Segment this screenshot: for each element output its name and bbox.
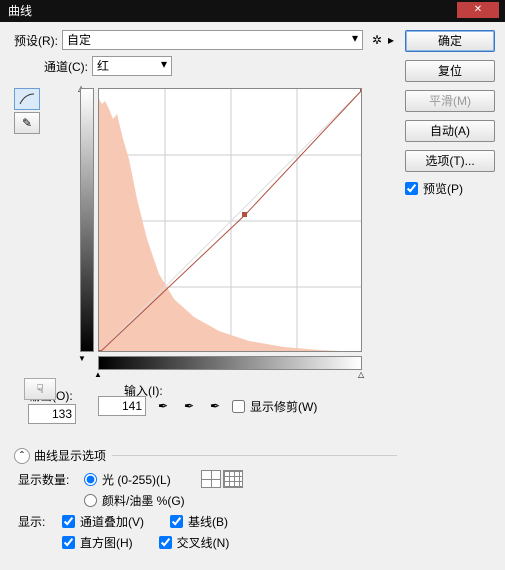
output-input[interactable] [28,404,76,424]
collapse-icon[interactable]: ˆ [14,448,30,464]
title-bar: 曲线 ✕ [0,0,505,22]
show-amount-label: 显示数量: [18,471,78,488]
pigment-radio[interactable]: 颜料/油墨 %(G) [84,492,185,509]
input-gradient [98,356,362,370]
channel-label: 通道(C): [44,58,88,75]
preview-checkbox[interactable]: 预览(P) [405,180,497,197]
reset-button[interactable]: 复位 [405,60,495,82]
show-label: 显示: [18,513,56,530]
curve-point-mid[interactable] [242,212,247,217]
output-slider-black[interactable]: ▼ [78,354,86,363]
preset-menu-icon[interactable]: ▸ [385,33,397,47]
grid-tenth-icon[interactable] [223,470,243,488]
curve-tool-button[interactable] [14,88,40,110]
input-slider-black[interactable]: ▲ [94,370,102,379]
pencil-tool-button[interactable]: ✎ [14,112,40,134]
close-icon[interactable]: ✕ [457,2,499,18]
preset-label: 预设(R): [14,32,58,49]
channel-overlay-checkbox[interactable]: 通道叠加(V) [62,513,144,530]
light-radio[interactable]: 光 (0-255)(L) [84,471,171,488]
options-button[interactable]: 选项(T)... [405,150,495,172]
display-options-title: 曲线显示选项 [34,447,106,464]
baseline-checkbox[interactable]: 基线(B) [170,513,228,530]
black-eyedropper-icon[interactable]: ✒ [154,397,172,415]
ok-button[interactable]: 确定 [405,30,495,52]
grid-quarter-icon[interactable] [201,470,221,488]
curve-point-highlight[interactable] [360,89,362,92]
preset-select[interactable]: 自定▾ [62,30,363,50]
white-eyedropper-icon[interactable]: ✒ [206,397,224,415]
smooth-button: 平滑(M) [405,90,495,112]
gray-eyedropper-icon[interactable]: ✒ [180,397,198,415]
window-title: 曲线 [8,4,32,18]
channel-select[interactable]: 红▾ [92,56,172,76]
input-slider-white[interactable]: △ [358,370,364,379]
target-adjust-button[interactable]: ☟ [24,378,56,400]
intersection-checkbox[interactable]: 交叉线(N) [159,534,230,551]
histogram-checkbox[interactable]: 直方图(H) [62,534,133,551]
auto-button[interactable]: 自动(A) [405,120,495,142]
output-gradient [80,88,94,352]
curve-point-shadow[interactable] [99,350,102,352]
curves-graph[interactable] [98,88,362,352]
show-clipping-checkbox[interactable]: 显示修剪(W) [232,398,317,415]
input-input[interactable] [98,396,146,416]
gear-icon[interactable]: ✲ [369,32,385,48]
